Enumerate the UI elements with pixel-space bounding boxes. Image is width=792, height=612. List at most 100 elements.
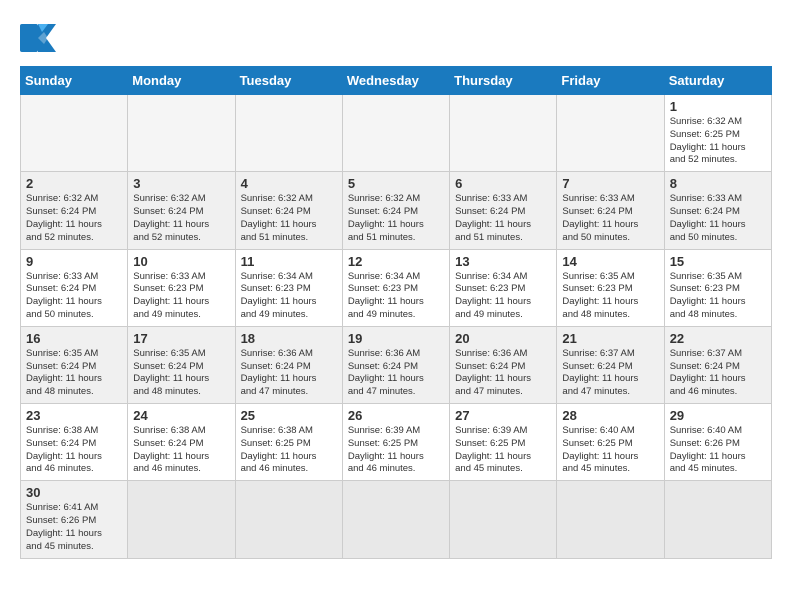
calendar-week-row: 23 Sunrise: 6:38 AM Sunset: 6:24 PM Dayli… (21, 404, 772, 481)
day-info: Sunrise: 6:32 AM Sunset: 6:24 PM Dayligh… (241, 193, 337, 244)
day-info: Sunrise: 6:33 AM Sunset: 6:24 PM Dayligh… (670, 193, 766, 244)
table-row: 15Sunrise: 6:35 AM Sunset: 6:23 PM Dayli… (664, 249, 771, 326)
day-number: 15 (670, 254, 766, 269)
day-number: 21 (562, 331, 658, 346)
table-row: 30Sunrise: 6:41 AM Sunset: 6:26 PM Dayli… (21, 481, 128, 558)
table-row: 16 Sunrise: 6:35 AM Sunset: 6:24 PM Dayli… (21, 326, 128, 403)
day-number: 11 (241, 254, 337, 269)
table-row: 11 Sunrise: 6:34 AM Sunset: 6:23 PM Dayli… (235, 249, 342, 326)
day-info: Sunrise: 6:35 AM Sunset: 6:23 PM Dayligh… (562, 271, 658, 322)
day-info: Sunrise: 6:33 AM Sunset: 6:23 PM Dayligh… (133, 271, 229, 322)
table-row: 9 Sunrise: 6:33 AM Sunset: 6:24 PM Daylig… (21, 249, 128, 326)
day-info: Sunrise: 6:35 AM Sunset: 6:24 PM Dayligh… (133, 348, 229, 399)
table-row: 27 Sunrise: 6:39 AM Sunset: 6:25 PM Dayli… (450, 404, 557, 481)
table-row: 25Sunrise: 6:38 AM Sunset: 6:25 PM Dayli… (235, 404, 342, 481)
table-row (450, 481, 557, 558)
calendar-week-row: 2 Sunrise: 6:32 AM Sunset: 6:24 PM Daylig… (21, 172, 772, 249)
day-number: 2 (26, 176, 122, 191)
table-row: 5Sunrise: 6:32 AM Sunset: 6:24 PM Daylig… (342, 172, 449, 249)
day-number: 16 (26, 331, 122, 346)
table-row: 2 Sunrise: 6:32 AM Sunset: 6:24 PM Daylig… (21, 172, 128, 249)
table-row (664, 481, 771, 558)
day-info: Sunrise: 6:40 AM Sunset: 6:25 PM Dayligh… (562, 425, 658, 476)
table-row: 21 Sunrise: 6:37 AM Sunset: 6:24 PM Dayli… (557, 326, 664, 403)
table-row: 20 Sunrise: 6:36 AM Sunset: 6:24 PM Dayli… (450, 326, 557, 403)
table-row (342, 481, 449, 558)
table-row: 17 Sunrise: 6:35 AM Sunset: 6:24 PM Dayli… (128, 326, 235, 403)
col-friday: Friday (557, 67, 664, 95)
table-row (342, 95, 449, 172)
day-info: Sunrise: 6:33 AM Sunset: 6:24 PM Dayligh… (562, 193, 658, 244)
table-row: 19 Sunrise: 6:36 AM Sunset: 6:24 PM Dayli… (342, 326, 449, 403)
day-info: Sunrise: 6:32 AM Sunset: 6:25 PM Dayligh… (670, 116, 766, 167)
day-number: 3 (133, 176, 229, 191)
table-row: 24 Sunrise: 6:38 AM Sunset: 6:24 PM Dayli… (128, 404, 235, 481)
day-number: 17 (133, 331, 229, 346)
table-row: 3 Sunrise: 6:32 AM Sunset: 6:24 PM Daylig… (128, 172, 235, 249)
day-number: 19 (348, 331, 444, 346)
day-info: Sunrise: 6:36 AM Sunset: 6:24 PM Dayligh… (455, 348, 551, 399)
day-info: Sunrise: 6:32 AM Sunset: 6:24 PM Dayligh… (348, 193, 444, 244)
day-number: 7 (562, 176, 658, 191)
logo (20, 20, 68, 56)
table-row (128, 481, 235, 558)
day-info: Sunrise: 6:38 AM Sunset: 6:25 PM Dayligh… (241, 425, 337, 476)
day-number: 20 (455, 331, 551, 346)
table-row: 1 Sunrise: 6:32 AM Sunset: 6:25 PM Daylig… (664, 95, 771, 172)
col-tuesday: Tuesday (235, 67, 342, 95)
day-info: Sunrise: 6:37 AM Sunset: 6:24 PM Dayligh… (562, 348, 658, 399)
col-saturday: Saturday (664, 67, 771, 95)
day-number: 1 (670, 99, 766, 114)
table-row (21, 95, 128, 172)
day-number: 30 (26, 485, 122, 500)
day-info: Sunrise: 6:32 AM Sunset: 6:24 PM Dayligh… (133, 193, 229, 244)
day-info: Sunrise: 6:35 AM Sunset: 6:24 PM Dayligh… (26, 348, 122, 399)
day-number: 18 (241, 331, 337, 346)
day-number: 27 (455, 408, 551, 423)
col-thursday: Thursday (450, 67, 557, 95)
day-number: 22 (670, 331, 766, 346)
day-info: Sunrise: 6:32 AM Sunset: 6:24 PM Dayligh… (26, 193, 122, 244)
day-info: Sunrise: 6:34 AM Sunset: 6:23 PM Dayligh… (348, 271, 444, 322)
table-row: 6 Sunrise: 6:33 AM Sunset: 6:24 PM Daylig… (450, 172, 557, 249)
page-header (20, 20, 772, 56)
calendar-table: Sunday Monday Tuesday Wednesday Thursday… (20, 66, 772, 559)
day-info: Sunrise: 6:33 AM Sunset: 6:24 PM Dayligh… (26, 271, 122, 322)
table-row: 10Sunrise: 6:33 AM Sunset: 6:23 PM Dayli… (128, 249, 235, 326)
table-row: 23 Sunrise: 6:38 AM Sunset: 6:24 PM Dayli… (21, 404, 128, 481)
day-info: Sunrise: 6:34 AM Sunset: 6:23 PM Dayligh… (455, 271, 551, 322)
table-row: 28Sunrise: 6:40 AM Sunset: 6:25 PM Dayli… (557, 404, 664, 481)
logo-icon (20, 20, 64, 56)
col-monday: Monday (128, 67, 235, 95)
table-row (128, 95, 235, 172)
calendar-week-row: 16 Sunrise: 6:35 AM Sunset: 6:24 PM Dayli… (21, 326, 772, 403)
day-number: 24 (133, 408, 229, 423)
day-number: 6 (455, 176, 551, 191)
day-info: Sunrise: 6:39 AM Sunset: 6:25 PM Dayligh… (348, 425, 444, 476)
table-row: 7 Sunrise: 6:33 AM Sunset: 6:24 PM Daylig… (557, 172, 664, 249)
day-number: 29 (670, 408, 766, 423)
table-row (235, 95, 342, 172)
day-number: 13 (455, 254, 551, 269)
table-row: 14 Sunrise: 6:35 AM Sunset: 6:23 PM Dayli… (557, 249, 664, 326)
day-number: 14 (562, 254, 658, 269)
table-row (450, 95, 557, 172)
table-row: 13 Sunrise: 6:34 AM Sunset: 6:23 PM Dayli… (450, 249, 557, 326)
calendar-week-row: 30Sunrise: 6:41 AM Sunset: 6:26 PM Dayli… (21, 481, 772, 558)
table-row: 12Sunrise: 6:34 AM Sunset: 6:23 PM Dayli… (342, 249, 449, 326)
day-info: Sunrise: 6:38 AM Sunset: 6:24 PM Dayligh… (133, 425, 229, 476)
day-number: 23 (26, 408, 122, 423)
day-info: Sunrise: 6:39 AM Sunset: 6:25 PM Dayligh… (455, 425, 551, 476)
day-info: Sunrise: 6:36 AM Sunset: 6:24 PM Dayligh… (348, 348, 444, 399)
day-info: Sunrise: 6:37 AM Sunset: 6:24 PM Dayligh… (670, 348, 766, 399)
calendar-week-row: 9 Sunrise: 6:33 AM Sunset: 6:24 PM Daylig… (21, 249, 772, 326)
table-row: 26Sunrise: 6:39 AM Sunset: 6:25 PM Dayli… (342, 404, 449, 481)
day-info: Sunrise: 6:34 AM Sunset: 6:23 PM Dayligh… (241, 271, 337, 322)
table-row (235, 481, 342, 558)
table-row: 8Sunrise: 6:33 AM Sunset: 6:24 PM Daylig… (664, 172, 771, 249)
day-number: 9 (26, 254, 122, 269)
day-number: 4 (241, 176, 337, 191)
day-info: Sunrise: 6:40 AM Sunset: 6:26 PM Dayligh… (670, 425, 766, 476)
day-info: Sunrise: 6:33 AM Sunset: 6:24 PM Dayligh… (455, 193, 551, 244)
day-info: Sunrise: 6:38 AM Sunset: 6:24 PM Dayligh… (26, 425, 122, 476)
